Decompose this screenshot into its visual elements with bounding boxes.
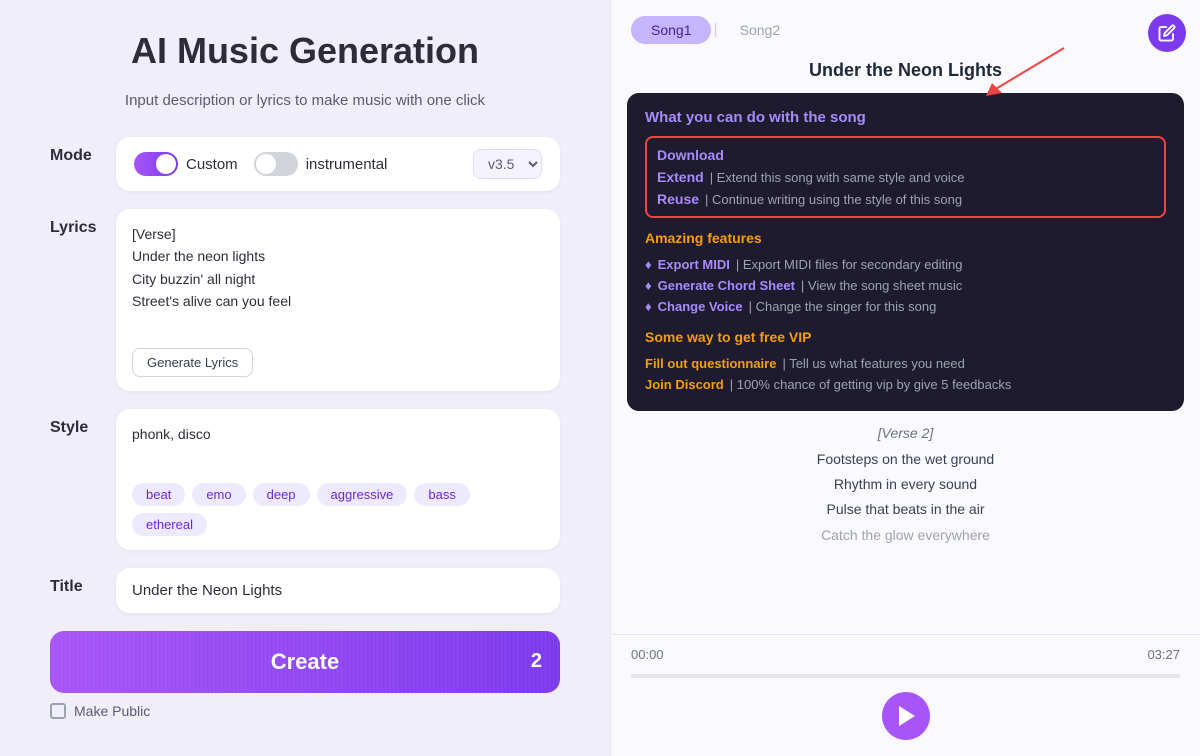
feature-voice: ♦ Change Voice | Change the singer for t… [645, 296, 1166, 317]
lyrics-box: [Verse] Under the neon lights City buzzi… [116, 209, 560, 391]
tag-aggressive[interactable]: aggressive [317, 483, 408, 506]
gem-icon-chord: ♦ [645, 278, 652, 293]
play-icon [899, 706, 915, 726]
instrumental-toggle[interactable] [254, 152, 298, 176]
make-public-checkbox[interactable] [50, 703, 66, 719]
mode-label: Mode [50, 137, 100, 165]
extend-desc: | Extend this song with same style and v… [710, 170, 965, 185]
player-bar: 00:00 03:27 [611, 634, 1200, 756]
tag-beat[interactable]: beat [132, 483, 185, 506]
feature-midi: ♦ Export MIDI | Export MIDI files for se… [645, 254, 1166, 275]
change-voice-link[interactable]: Change Voice [658, 299, 743, 314]
chord-sheet-link[interactable]: Generate Chord Sheet [658, 278, 795, 293]
custom-label: Custom [186, 156, 238, 173]
app-title: AI Music Generation [50, 30, 560, 72]
time-current: 00:00 [631, 647, 664, 662]
reuse-desc: | Continue writing using the style of th… [705, 192, 962, 207]
verse-label: [Verse 2] [631, 425, 1180, 441]
action-download: Download [657, 144, 1154, 166]
edit-icon-button[interactable] [1148, 14, 1186, 52]
reuse-link[interactable]: Reuse [657, 191, 699, 207]
left-panel: AI Music Generation Input description or… [0, 0, 610, 756]
instrumental-toggle-knob [256, 154, 276, 174]
amazing-features-title: Amazing features [645, 230, 1166, 246]
lyrics-line-3: Pulse that beats in the air [631, 497, 1180, 522]
questionnaire-link[interactable]: Fill out questionnaire [645, 356, 776, 371]
custom-toggle[interactable] [134, 152, 178, 176]
title-content [116, 568, 560, 613]
mode-field-row: Mode Custom instrumental v3.5 v3. [50, 137, 560, 191]
generate-lyrics-button[interactable]: Generate Lyrics [132, 348, 253, 377]
vip-questionnaire: Fill out questionnaire | Tell us what fe… [645, 353, 1166, 374]
title-input[interactable] [116, 568, 560, 613]
lyrics-line-2: Rhythm in every sound [631, 472, 1180, 497]
create-row: Create 2 Make Public [50, 631, 560, 719]
gem-icon-voice: ♦ [645, 299, 652, 314]
tab-song2[interactable]: Song2 [720, 16, 800, 44]
instrumental-label: instrumental [306, 156, 388, 173]
discord-desc: | 100% chance of getting vip by give 5 f… [730, 377, 1012, 392]
custom-toggle-group: Custom [134, 152, 238, 176]
tag-bass[interactable]: bass [414, 483, 469, 506]
chord-sheet-desc: | View the song sheet music [801, 278, 962, 293]
right-panel: Song1 | Song2 Under the Neon Lights What… [610, 0, 1200, 756]
edit-icon [1158, 24, 1176, 42]
vip-discord: Join Discord | 100% chance of getting vi… [645, 374, 1166, 395]
tag-emo[interactable]: emo [192, 483, 245, 506]
tab-song1[interactable]: Song1 [631, 16, 711, 44]
song-title: Under the Neon Lights [611, 54, 1200, 93]
lyrics-display: [Verse 2] Footsteps on the wet ground Rh… [611, 411, 1200, 634]
title-field-row: Title [50, 568, 560, 613]
mode-content: Custom instrumental v3.5 v3.0 [116, 137, 560, 191]
wave-decoration [50, 631, 560, 693]
style-content: phonk, disco beat emo deep aggressive ba… [116, 409, 560, 550]
lyrics-label: Lyrics [50, 209, 100, 237]
lyrics-content: [Verse] Under the neon lights City buzzi… [116, 209, 560, 391]
export-midi-desc: | Export MIDI files for secondary editin… [736, 257, 963, 272]
mode-container: Custom instrumental v3.5 v3.0 [116, 137, 560, 191]
lyrics-line-1: Footsteps on the wet ground [631, 447, 1180, 472]
custom-toggle-knob [156, 154, 176, 174]
questionnaire-desc: | Tell us what features you need [782, 356, 964, 371]
tab-divider: | [713, 21, 717, 39]
tag-ethereal[interactable]: ethereal [132, 513, 207, 536]
tab-bar: Song1 | Song2 [611, 0, 1200, 54]
create-count-badge: 2 [531, 650, 542, 673]
style-box: phonk, disco beat emo deep aggressive ba… [116, 409, 560, 550]
action-extend: Extend | Extend this song with same styl… [657, 166, 1154, 188]
version-select[interactable]: v3.5 v3.0 [473, 149, 542, 179]
title-label: Title [50, 568, 100, 596]
progress-track[interactable] [631, 674, 1180, 678]
action-box: Download Extend | Extend this song with … [645, 136, 1166, 218]
instrumental-toggle-group: instrumental [254, 152, 388, 176]
create-button[interactable]: Create 2 [50, 631, 560, 693]
extend-link[interactable]: Extend [657, 169, 704, 185]
gem-icon-midi: ♦ [645, 257, 652, 272]
style-field-row: Style phonk, disco beat emo deep aggress… [50, 409, 560, 550]
make-public-row: Make Public [50, 703, 560, 719]
discord-link[interactable]: Join Discord [645, 377, 724, 392]
export-midi-link[interactable]: Export MIDI [658, 257, 730, 272]
lyrics-textarea[interactable]: [Verse] Under the neon lights City buzzi… [132, 223, 544, 335]
download-link[interactable]: Download [657, 147, 724, 163]
style-tags: beat emo deep aggressive bass ethereal [132, 483, 544, 536]
feature-chord: ♦ Generate Chord Sheet | View the song s… [645, 275, 1166, 296]
time-row: 00:00 03:27 [631, 647, 1180, 662]
player-controls [631, 692, 1180, 740]
change-voice-desc: | Change the singer for this song [749, 299, 937, 314]
vip-section-title: Some way to get free VIP [645, 329, 1166, 345]
lyrics-line-4: Catch the glow everywhere [631, 523, 1180, 548]
make-public-label: Make Public [74, 703, 150, 719]
tag-deep[interactable]: deep [253, 483, 310, 506]
lyrics-field-row: Lyrics [Verse] Under the neon lights Cit… [50, 209, 560, 391]
play-button[interactable] [882, 692, 930, 740]
style-label: Style [50, 409, 100, 437]
what-you-can-title: What you can do with the song [645, 109, 1166, 126]
action-reuse: Reuse | Continue writing using the style… [657, 188, 1154, 210]
time-total: 03:27 [1147, 647, 1180, 662]
app-subtitle: Input description or lyrics to make musi… [50, 92, 560, 109]
dropdown-overlay: What you can do with the song Download E… [627, 93, 1184, 411]
style-textarea[interactable]: phonk, disco [132, 423, 544, 468]
